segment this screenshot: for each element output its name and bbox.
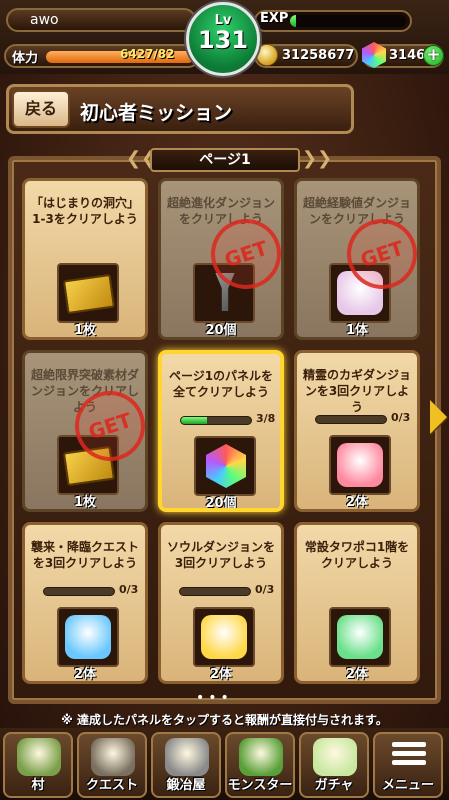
mission-progress-bar (315, 415, 387, 424)
mission-progress-text: 0/3 (119, 583, 139, 596)
cave-icon (91, 738, 135, 776)
mission-progress-text: 3/8 (256, 412, 276, 425)
nav-label: モンスター (227, 778, 293, 793)
ticket-icon (62, 273, 116, 315)
reward-quantity: 20個 (205, 496, 237, 511)
mission-text: 「はじまりの洞穴」1-3をクリアしよう (30, 196, 139, 226)
level-value: 131 (197, 26, 249, 54)
nav-label: 鍛冶屋 (166, 778, 206, 793)
mission-progress-bar (180, 416, 252, 425)
egg-icon (313, 738, 357, 776)
nav-label: メニュー (381, 778, 434, 793)
reward-icon (57, 263, 119, 323)
stamina-value: 6427/82 (120, 47, 175, 61)
mission-panel[interactable]: 常設タワポコ1階をクリアしよう 2体 (294, 522, 420, 684)
page-title: 初心者ミッション (80, 102, 233, 124)
mission-progress-text: 0/3 (391, 411, 411, 424)
reward-quantity: 2体 (73, 667, 97, 682)
reward-quantity: 1枚 (73, 323, 97, 338)
reward-quantity: 2体 (345, 495, 369, 510)
back-button[interactable]: 戻る (12, 90, 70, 128)
mission-panel[interactable]: 「はじまりの洞穴」1-3をクリアしよう 1枚 (22, 178, 148, 340)
nav-menu-button[interactable]: メニュー (373, 732, 443, 798)
chevron-right-icon: ❯❯ (302, 148, 333, 169)
level-badge: Lv 131 (186, 2, 260, 76)
reward-quantity: 1枚 (73, 495, 97, 510)
monster-icon (65, 615, 111, 659)
mission-panel[interactable]: ページ1のパネルを全てクリアしよう 3/8 20個 (158, 350, 284, 512)
reward-icon (193, 607, 255, 667)
page-tab: ページ1 (150, 148, 300, 172)
mission-progress-fill (181, 417, 208, 424)
reward-quantity: 2体 (209, 667, 233, 682)
reward-quantity: 20個 (205, 323, 237, 338)
mission-progress-bar (179, 587, 251, 596)
exp-label: EXP (260, 11, 289, 26)
nav-label: クエスト (85, 778, 138, 793)
nav-egg-button[interactable]: ガチャ (299, 732, 369, 798)
next-page-arrow-icon[interactable] (430, 400, 447, 434)
reward-quantity: 1体 (345, 323, 369, 338)
mission-progress-text: 0/3 (255, 583, 275, 596)
stamina-label: 体力 (12, 51, 39, 66)
monster-icon (337, 615, 383, 659)
notice-text: ※ 達成したパネルをタップすると報酬が直接付与されます。 (61, 713, 388, 727)
monster-icon (201, 615, 247, 659)
mission-panel[interactable]: 襲来・降臨クエストを3回クリアしよう 0/3 2体 (22, 522, 148, 684)
mission-panel[interactable]: 超絶進化ダンジョンをクリアしよう 20個 GET (158, 178, 284, 340)
reward-icon (194, 436, 256, 496)
reward-quantity: 2体 (345, 667, 369, 682)
pager-dots: ••• (196, 690, 233, 706)
exp-bar-fill (290, 15, 296, 27)
reward-icon (329, 607, 391, 667)
player-name: awo (6, 8, 196, 32)
nav-monster-button[interactable]: モンスター (225, 732, 295, 798)
nav-label: ガチャ (314, 778, 354, 793)
monster-icon (337, 443, 383, 487)
coins-value: 31258677 (282, 48, 355, 63)
mission-text: ソウルダンジョンを3回クリアしよう (166, 540, 275, 570)
nav-label: 村 (31, 778, 45, 793)
gems-value: 3146 (389, 48, 426, 63)
mission-text: 精霊のカギダンジョンを3回クリアしよう (302, 368, 411, 414)
add-gems-button[interactable]: + (423, 45, 444, 66)
nav-hammer-button[interactable]: 鍛冶屋 (151, 732, 221, 798)
mission-panel[interactable]: 超絶経験値ダンジョンをクリアしよう 1体 GET (294, 178, 420, 340)
mission-panel[interactable]: 超絶限界突破素材ダンジョンをクリアしよう 1枚 GET (22, 350, 148, 512)
mission-panel[interactable]: 精霊のカギダンジョンを3回クリアしよう 0/3 2体 (294, 350, 420, 512)
nav-village-button[interactable]: 村 (3, 732, 73, 798)
exp-bar (290, 15, 406, 27)
mission-text: ページ1のパネルを全てクリアしよう (168, 369, 274, 399)
coin-icon (256, 44, 278, 66)
mission-progress-bar (43, 587, 115, 596)
nav-cave-button[interactable]: クエスト (77, 732, 147, 798)
mission-panel[interactable]: ソウルダンジョンを3回クリアしよう 0/3 2体 (158, 522, 284, 684)
mission-text: 襲来・降臨クエストを3回クリアしよう (30, 540, 139, 570)
village-icon (17, 738, 61, 776)
rainbow-gem-icon (206, 444, 246, 488)
menu-icon (387, 738, 431, 776)
mission-text: 常設タワポコ1階をクリアしよう (304, 540, 410, 570)
reward-icon (57, 607, 119, 667)
monster-icon (239, 738, 283, 776)
reward-icon (329, 435, 391, 495)
hammer-icon (165, 738, 209, 776)
